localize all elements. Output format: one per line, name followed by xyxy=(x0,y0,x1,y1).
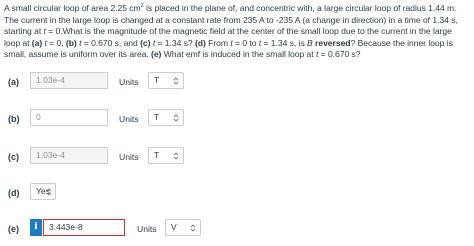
chevron-up-down-icon xyxy=(190,224,196,232)
part-a-units-label: Units xyxy=(119,77,139,87)
part-b-units-select[interactable]: T xyxy=(148,109,184,126)
chevron-up-down-icon xyxy=(173,114,179,122)
info-icon[interactable]: i xyxy=(30,219,42,236)
part-c-label: (c) xyxy=(8,152,19,162)
part-e-units-value: V xyxy=(171,222,177,232)
part-b-units-value: T xyxy=(154,112,160,122)
part-a-units-select[interactable]: T xyxy=(148,72,184,89)
part-c-units-select[interactable]: T xyxy=(148,147,184,164)
chevron-up-down-icon xyxy=(46,188,52,196)
part-a-answer-field[interactable]: 1.03e-4 xyxy=(30,72,108,89)
part-e-units-select[interactable]: V xyxy=(165,219,201,236)
part-e-answer-field[interactable]: 3.443e-8 xyxy=(43,219,125,236)
chevron-up-down-icon xyxy=(173,152,179,160)
part-e-units-label: Units xyxy=(137,224,157,234)
chevron-up-down-icon xyxy=(173,77,179,85)
part-d-select[interactable]: Yes xyxy=(30,183,56,200)
part-a-label: (a) xyxy=(8,77,19,87)
question-text: A small circular loop of area 2.25 cm2 i… xyxy=(4,3,458,60)
part-c-units-value: T xyxy=(154,150,160,160)
part-e-label: (e) xyxy=(8,224,19,234)
part-c-answer-field[interactable]: 1.03e-4 xyxy=(30,147,108,164)
part-b-answer-field[interactable]: 0 xyxy=(30,109,108,126)
part-c-units-label: Units xyxy=(119,152,139,162)
part-b-units-label: Units xyxy=(119,114,139,124)
part-d-label: (d) xyxy=(8,188,20,198)
part-b-label: (b) xyxy=(8,114,20,124)
part-a-units-value: T xyxy=(154,75,160,85)
